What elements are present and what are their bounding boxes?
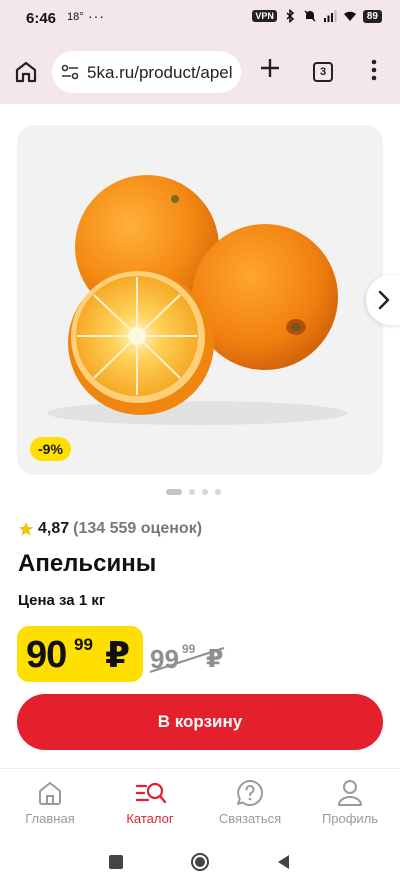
price-unit-label: Цена за 1 кг [18,592,106,609]
status-time: 6:46 [26,10,57,27]
price-main: 90 [26,634,67,676]
signal-icon [323,10,337,22]
mute-icon [304,10,316,22]
strikethrough-line [149,647,225,673]
nav-label-profile: Профиль [321,811,379,826]
product-page: 6:46 18° ··· VPN 89 5ka.ru/product/apel … [0,0,400,889]
gallery-dot-2[interactable] [189,489,195,495]
nav-label-catalog: Каталог [126,811,174,826]
home-icon[interactable] [12,58,40,86]
help-chat-icon [237,780,263,806]
price-cents: 99 [74,635,93,654]
more-vertical-icon[interactable] [366,58,382,82]
profile-icon [338,780,362,806]
tune-icon[interactable] [61,64,79,80]
recents-icon[interactable] [106,852,126,872]
gallery-dot-1[interactable] [166,489,182,495]
vpn-badge: VPN [252,10,277,22]
price-currency: ₽ [105,634,131,675]
rating-value: 4,87 [38,520,70,537]
chevron-right-icon [378,290,390,310]
nav-label-contact: Связаться [218,811,282,826]
nav-item-contact[interactable]: Связаться [200,769,300,839]
browser-chrome: 6:46 18° ··· VPN 89 5ka.ru/product/apel … [0,0,400,104]
address-bar[interactable]: 5ka.ru/product/apel [52,51,241,93]
url-text: 5ka.ru/product/apel [87,63,233,82]
nav-label-home: Главная [25,811,75,826]
nav-item-catalog[interactable]: Каталог [100,769,200,839]
back-icon[interactable] [274,852,294,872]
status-temperature: 18° [67,11,84,23]
home-icon [39,782,61,805]
home-button-icon[interactable] [190,852,210,872]
product-image-gallery[interactable] [17,125,383,475]
bottom-navigation: Главная Каталог Связаться Профиль [0,768,400,838]
catalog-search-icon [136,782,166,804]
gallery-dot-4[interactable] [215,489,221,495]
gallery-pagination [166,488,221,496]
gallery-dot-3[interactable] [202,489,208,495]
product-image-oranges [47,175,347,425]
system-navigation-bar [0,838,400,889]
plus-icon[interactable] [258,56,282,80]
status-more-notifications: ··· [88,8,105,24]
product-title: Апельсины [18,550,157,577]
add-to-cart-label: В корзину [157,712,243,731]
add-to-cart-button[interactable]: В корзину [17,694,383,750]
nav-item-home[interactable]: Главная [0,769,100,839]
current-price: 90 99 ₽ [17,626,143,682]
product-rating[interactable]: 4,87 (134 559 оценок) [18,518,202,540]
star-icon [18,522,34,536]
discount-badge: -9% [30,437,71,461]
browser-toolbar: 5ka.ru/product/apel 3 [0,44,400,100]
battery-level: 89 [362,9,382,23]
bluetooth-icon [286,9,294,23]
nav-item-profile[interactable]: Профиль [300,769,400,839]
wifi-icon [343,11,356,21]
tab-switcher-button[interactable]: 3 [313,62,333,82]
rating-count: (134 559 оценок) [73,520,203,537]
status-bar: 6:46 18° ··· VPN 89 [0,0,400,38]
status-icons: VPN 89 [252,9,382,23]
old-price: 99 99 ₽ [149,640,228,676]
